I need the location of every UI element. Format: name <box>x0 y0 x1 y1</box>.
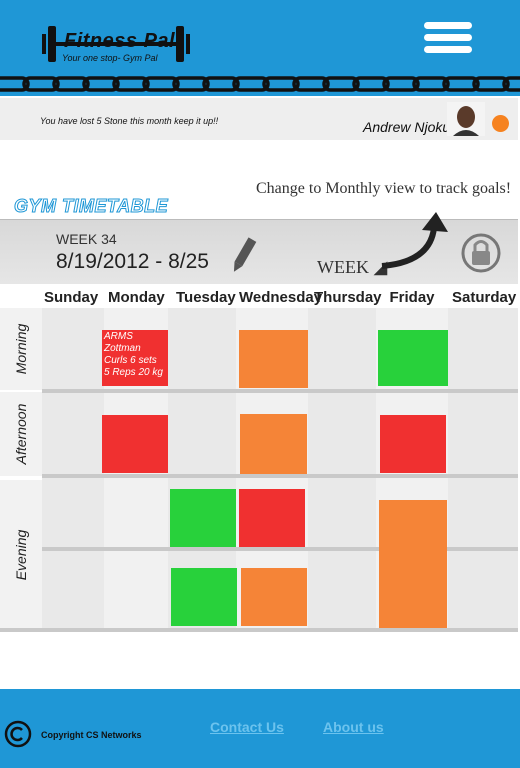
pencil-icon[interactable] <box>228 235 258 275</box>
session-block[interactable] <box>239 489 305 547</box>
session-block[interactable] <box>378 330 448 386</box>
row-divider <box>0 628 518 632</box>
session-line: ARMS <box>104 331 133 342</box>
period-label: Evening <box>13 529 29 581</box>
view-toggle[interactable]: WEEK ◢ <box>317 257 387 278</box>
session-block[interactable] <box>240 414 307 474</box>
contact-us-link[interactable]: Contact Us <box>210 719 284 735</box>
view-toggle-label: WEEK <box>317 257 369 277</box>
row-divider <box>42 389 518 393</box>
day-header: Wednesday <box>239 289 323 306</box>
copyright-icon <box>4 720 32 748</box>
session-block[interactable] <box>380 415 446 473</box>
lock-refresh-icon[interactable] <box>456 232 506 274</box>
session-block[interactable] <box>239 330 308 388</box>
brand-tagline: Your one stop- Gym Pal <box>62 53 158 63</box>
session-line: Zottman <box>104 343 141 354</box>
date-range: 8/19/2012 - 8/25 <box>56 250 209 273</box>
hamburger-menu-icon[interactable] <box>424 22 472 60</box>
day-header: Tuesday <box>176 289 236 306</box>
column-saturday <box>448 308 518 630</box>
section-title: GYM TIMETABLE <box>13 196 169 217</box>
monthly-view-hint: Change to Monthly view to track goals! <box>256 180 512 197</box>
about-us-link[interactable]: About us <box>323 719 384 735</box>
user-name[interactable]: Andrew Njoku <box>363 119 450 135</box>
session-block[interactable] <box>241 568 307 626</box>
period-label-afternoon: Afternoon <box>0 392 42 476</box>
week-number: WEEK 34 <box>56 231 117 247</box>
period-label: Afternoon <box>13 403 29 465</box>
copyright-text: Copyright CS Networks <box>41 730 142 740</box>
status-dot <box>492 115 509 132</box>
avatar[interactable] <box>447 102 485 136</box>
day-header: Thursday <box>314 289 382 306</box>
day-header: Friday <box>389 289 435 306</box>
session-line: 5 Reps 20 kg <box>104 367 163 378</box>
progress-message: You have lost 5 Stone this month keep it… <box>40 116 219 126</box>
session-block[interactable] <box>102 415 168 473</box>
session-line: Curls 6 sets <box>104 355 157 366</box>
curved-arrow-icon <box>381 212 448 269</box>
session-block-monday-morning[interactable]: ARMS Zottman Curls 6 sets 5 Reps 20 kg <box>102 330 168 386</box>
session-block[interactable] <box>170 489 236 547</box>
session-block[interactable] <box>379 500 447 628</box>
day-header: Monday <box>108 289 165 306</box>
session-block[interactable] <box>171 568 237 626</box>
column-sunday <box>42 308 104 630</box>
day-header: Sunday <box>44 289 99 306</box>
period-label-morning: Morning <box>0 308 42 390</box>
period-label: Morning <box>13 323 29 375</box>
row-divider <box>42 474 518 478</box>
day-header: Saturday <box>452 289 517 306</box>
brand-title[interactable]: Fitness Pal <box>64 30 175 53</box>
column-thursday <box>308 308 376 630</box>
period-label-evening: Evening <box>0 480 42 630</box>
chain-icon <box>0 76 520 92</box>
